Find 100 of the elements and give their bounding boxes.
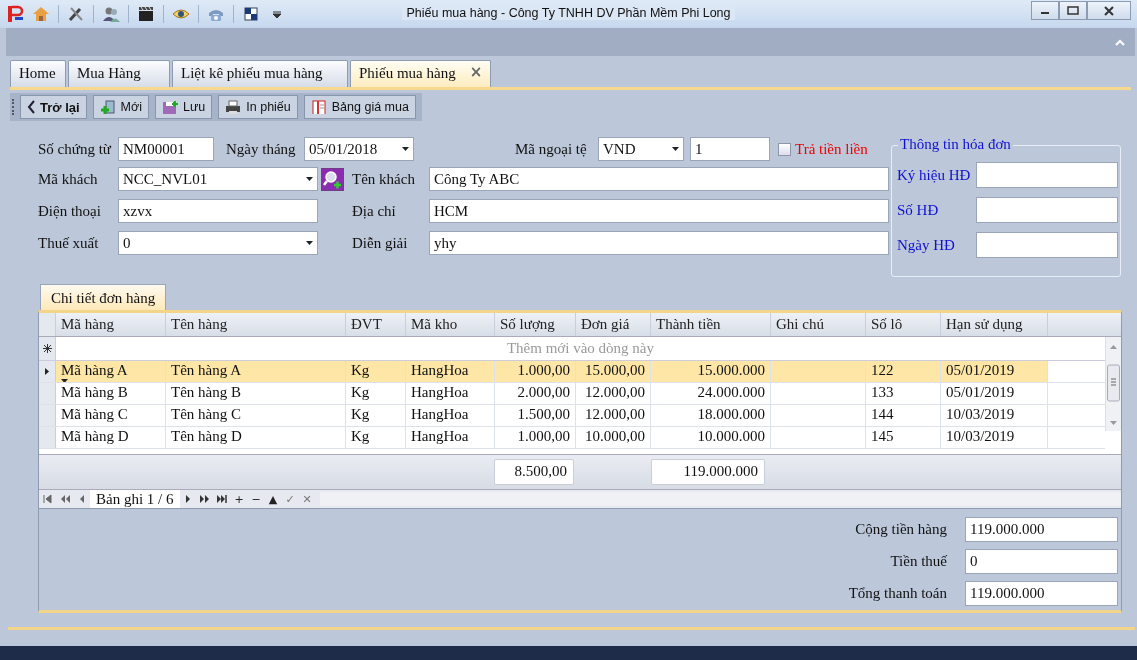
input-field[interactable]: 0 <box>965 549 1118 574</box>
current-row-arrow-icon <box>45 368 49 375</box>
input-field[interactable]: yhy <box>429 231 889 255</box>
column-header[interactable]: Hạn sử dụng <box>941 313 1048 336</box>
table-cell: 10.000.000 <box>651 427 771 448</box>
table-row[interactable]: Mã hàng C Tên hàng C Kg HangHoa 1.500,00 12.000,00 18.000.000 144 10/03/2019 <box>39 405 1105 427</box>
input-field[interactable] <box>976 197 1118 223</box>
row-indicator-cell <box>39 383 56 404</box>
dropdown-caret-icon <box>306 241 313 245</box>
table-cell: Kg <box>346 361 406 382</box>
table-cell: HangHoa <box>406 383 495 404</box>
restore-button[interactable] <box>1059 1 1087 20</box>
column-header[interactable]: Thành tiền <box>651 313 771 336</box>
input-field[interactable]: HCM <box>429 199 889 223</box>
table-cell: 15.000,00 <box>576 361 651 382</box>
section-tab[interactable]: Chi tiết đơn hàng <box>40 284 167 310</box>
table-cell: 133 <box>866 383 941 404</box>
table-cell: 10.000,00 <box>576 427 651 448</box>
field-label: Ngày tháng <box>226 140 297 158</box>
column-header[interactable]: Đơn giá <box>576 313 651 336</box>
home-icon[interactable] <box>32 5 50 23</box>
table-row[interactable]: Mã hàng A Tên hàng A Kg HangHoa 1.000,00 15.000,00 15.000.000 122 05/01/2019 <box>39 361 1105 383</box>
tools-icon[interactable] <box>67 5 85 23</box>
close-tab-icon[interactable]: × <box>469 65 483 80</box>
first-record-icon[interactable] <box>41 493 54 505</box>
column-header[interactable]: Mã hàng <box>56 313 166 336</box>
field-label: Tiền thuế <box>890 553 947 570</box>
table-row[interactable]: Mã hàng D Tên hàng D Kg HangHoa 1.000,00 10.000,00 10.000.000 145 10/03/2019 <box>39 427 1105 449</box>
group-title: Thông tin hóa đơn <box>898 136 1013 153</box>
table-cell: 145 <box>866 427 941 448</box>
table-cell: Mã hàng A <box>56 361 166 382</box>
lookup-magnifier-icon[interactable] <box>321 167 344 191</box>
field-label: Diễn giải <box>352 234 409 252</box>
last-record-icon[interactable] <box>216 493 228 505</box>
document-tab[interactable]: Home <box>10 60 66 87</box>
clapperboard-icon[interactable] <box>137 5 155 23</box>
field-label: Địa chỉ <box>352 202 397 220</box>
checkbox[interactable] <box>778 142 791 156</box>
minimize-button[interactable] <box>1031 1 1059 20</box>
field-label: Mã ngoại tệ <box>515 140 588 158</box>
document-tab[interactable]: Liệt kê phiếu mua hàng <box>172 60 348 87</box>
table-cell: 12.000,00 <box>576 405 651 426</box>
navigator-button[interactable]: ▲ <box>264 492 282 506</box>
table-cell: Tên hàng C <box>166 405 346 426</box>
navigator-button[interactable]: ✓ <box>281 492 299 506</box>
toolbar-button[interactable]: Mới <box>92 95 149 119</box>
table-cell: Mã hàng D <box>56 427 166 448</box>
dropdown-field[interactable]: VND <box>598 137 684 161</box>
column-header[interactable]: Tên hàng <box>166 313 346 336</box>
row-indicator-cell <box>39 427 56 448</box>
column-header[interactable]: Mã kho <box>406 313 495 336</box>
document-tab[interactable]: Mua Hàng <box>68 60 170 87</box>
input-field[interactable]: 119.000.000 <box>965 581 1118 606</box>
checkered-square-icon[interactable] <box>242 5 260 23</box>
table-row[interactable]: Mã hàng B Tên hàng B Kg HangHoa 2.000,00 12.000,00 24.000.000 133 05/01/2019 <box>39 383 1105 405</box>
users-icon[interactable] <box>102 5 120 23</box>
dropdown-caret-icon <box>61 379 68 382</box>
navigator-button[interactable]: + <box>230 492 248 506</box>
field-label: Ký hiệu HĐ <box>897 166 971 184</box>
date-field[interactable]: 05/01/2018 <box>304 137 414 161</box>
toolbar-button[interactable]: Lưu <box>155 95 213 119</box>
dropdown-caret-icon <box>402 147 409 151</box>
sum-cell: 119.000.000 <box>651 459 765 485</box>
table-cell: Kg <box>346 383 406 404</box>
toolbar-button[interactable]: In phiếu <box>218 95 298 119</box>
table-cell: Tên hàng A <box>166 361 346 382</box>
input-field[interactable]: 1 <box>690 137 770 161</box>
horizontal-scrollbar[interactable] <box>319 492 1121 506</box>
input-field[interactable]: 119.000.000 <box>965 517 1118 542</box>
next-page-icon[interactable] <box>199 493 211 505</box>
field-label: Số HĐ <box>897 201 939 219</box>
table-cell: HangHoa <box>406 405 495 426</box>
logo-icon[interactable] <box>6 5 24 23</box>
navigator-button[interactable]: − <box>247 492 265 506</box>
input-field[interactable] <box>976 162 1118 188</box>
record-counter: Bản ghi 1 / 6 <box>90 490 180 508</box>
back-button[interactable]: Trở lại <box>20 95 87 119</box>
document-tab[interactable]: Phiếu mua hàng × <box>350 60 492 87</box>
dropdown-field[interactable]: 0 <box>118 231 318 255</box>
table-cell: 144 <box>866 405 941 426</box>
navigator-button[interactable]: ✕ <box>298 492 316 506</box>
input-field[interactable]: Công Ty ABC <box>429 167 889 191</box>
close-button[interactable] <box>1087 1 1131 20</box>
column-header[interactable]: Ghi chú <box>771 313 866 336</box>
checkbox-label: Trả tiền liền <box>795 140 868 158</box>
dropdown-field[interactable]: NCC_NVL01 <box>118 167 318 191</box>
input-field[interactable]: xzvx <box>118 199 318 223</box>
input-field[interactable]: NM00001 <box>118 137 214 161</box>
table-cell: Tên hàng B <box>166 383 346 404</box>
table-cell: 1.000,00 <box>495 427 576 448</box>
window-title: Phiếu mua hàng - Công Ty TNHH DV Phần Mềm Phi Long <box>402 6 735 20</box>
input-field[interactable] <box>976 232 1118 258</box>
toolbar-button[interactable]: Bảng giá mua <box>303 95 416 119</box>
printer-icon <box>225 100 242 114</box>
column-header[interactable]: Số lượng <box>495 313 576 336</box>
field-label: Mã khách <box>38 170 99 188</box>
table-cell: 10/03/2019 <box>941 427 1048 448</box>
column-header[interactable]: ĐVT <box>346 313 406 336</box>
table-cell: Kg <box>346 427 406 448</box>
column-header[interactable]: Số lô <box>866 313 941 336</box>
